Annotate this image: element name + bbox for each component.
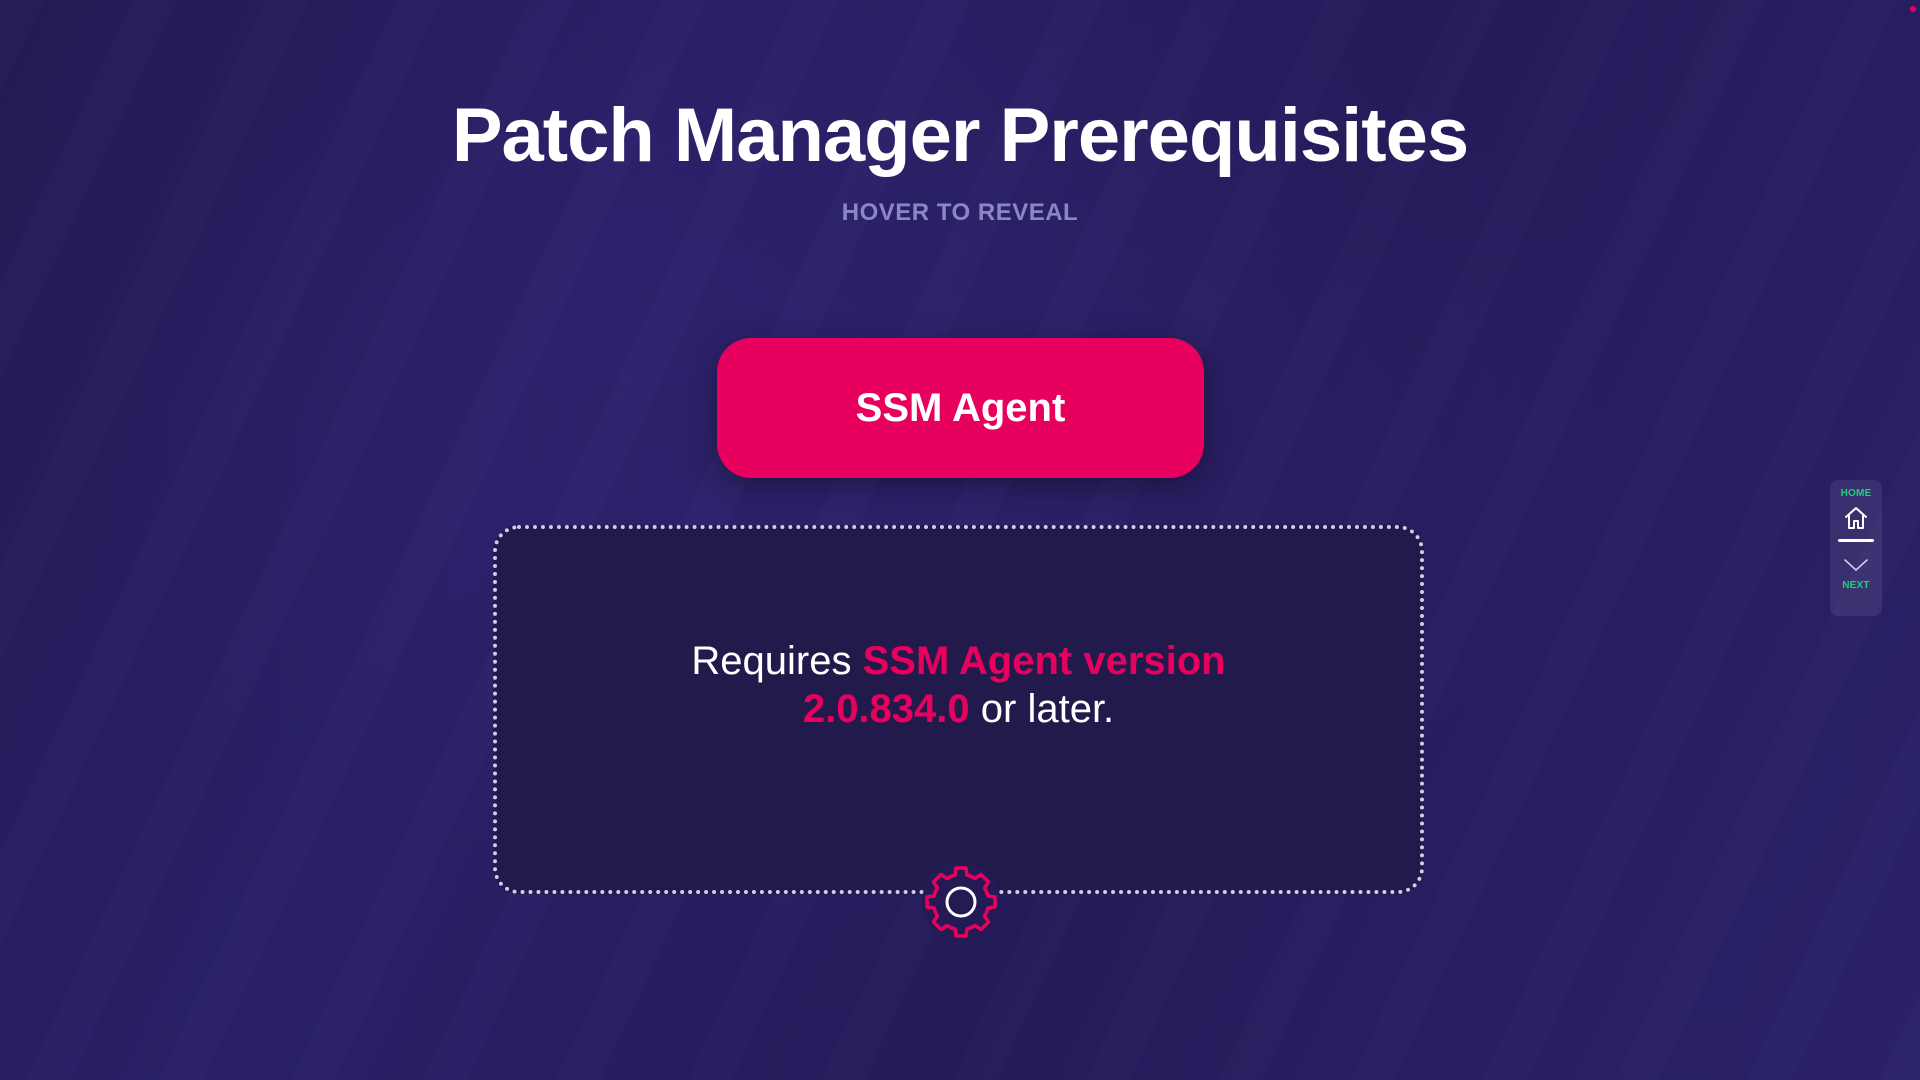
ssm-agent-button[interactable]: SSM Agent [717,338,1204,478]
nav-home-label: HOME [1840,488,1872,499]
reveal-text-prefix: Requires [691,639,863,683]
home-icon[interactable] [1841,503,1871,533]
nav-next-label: NEXT [1842,580,1870,591]
gear-icon [922,863,1000,941]
page-subtitle: HOVER TO REVEAL [841,199,1079,226]
reveal-text: Requires SSM Agent version 2.0.834.0 or … [647,637,1270,733]
chevron-down-icon[interactable] [1841,554,1871,576]
page-title: Patch Manager Prerequisites [451,93,1469,178]
corner-indicator-dot [1910,6,1916,12]
nav-divider [1838,539,1874,542]
reveal-text-suffix: or later. [969,687,1115,731]
reveal-card[interactable]: Requires SSM Agent version 2.0.834.0 or … [493,525,1424,894]
slide-navigation: HOME NEXT [1830,480,1882,616]
